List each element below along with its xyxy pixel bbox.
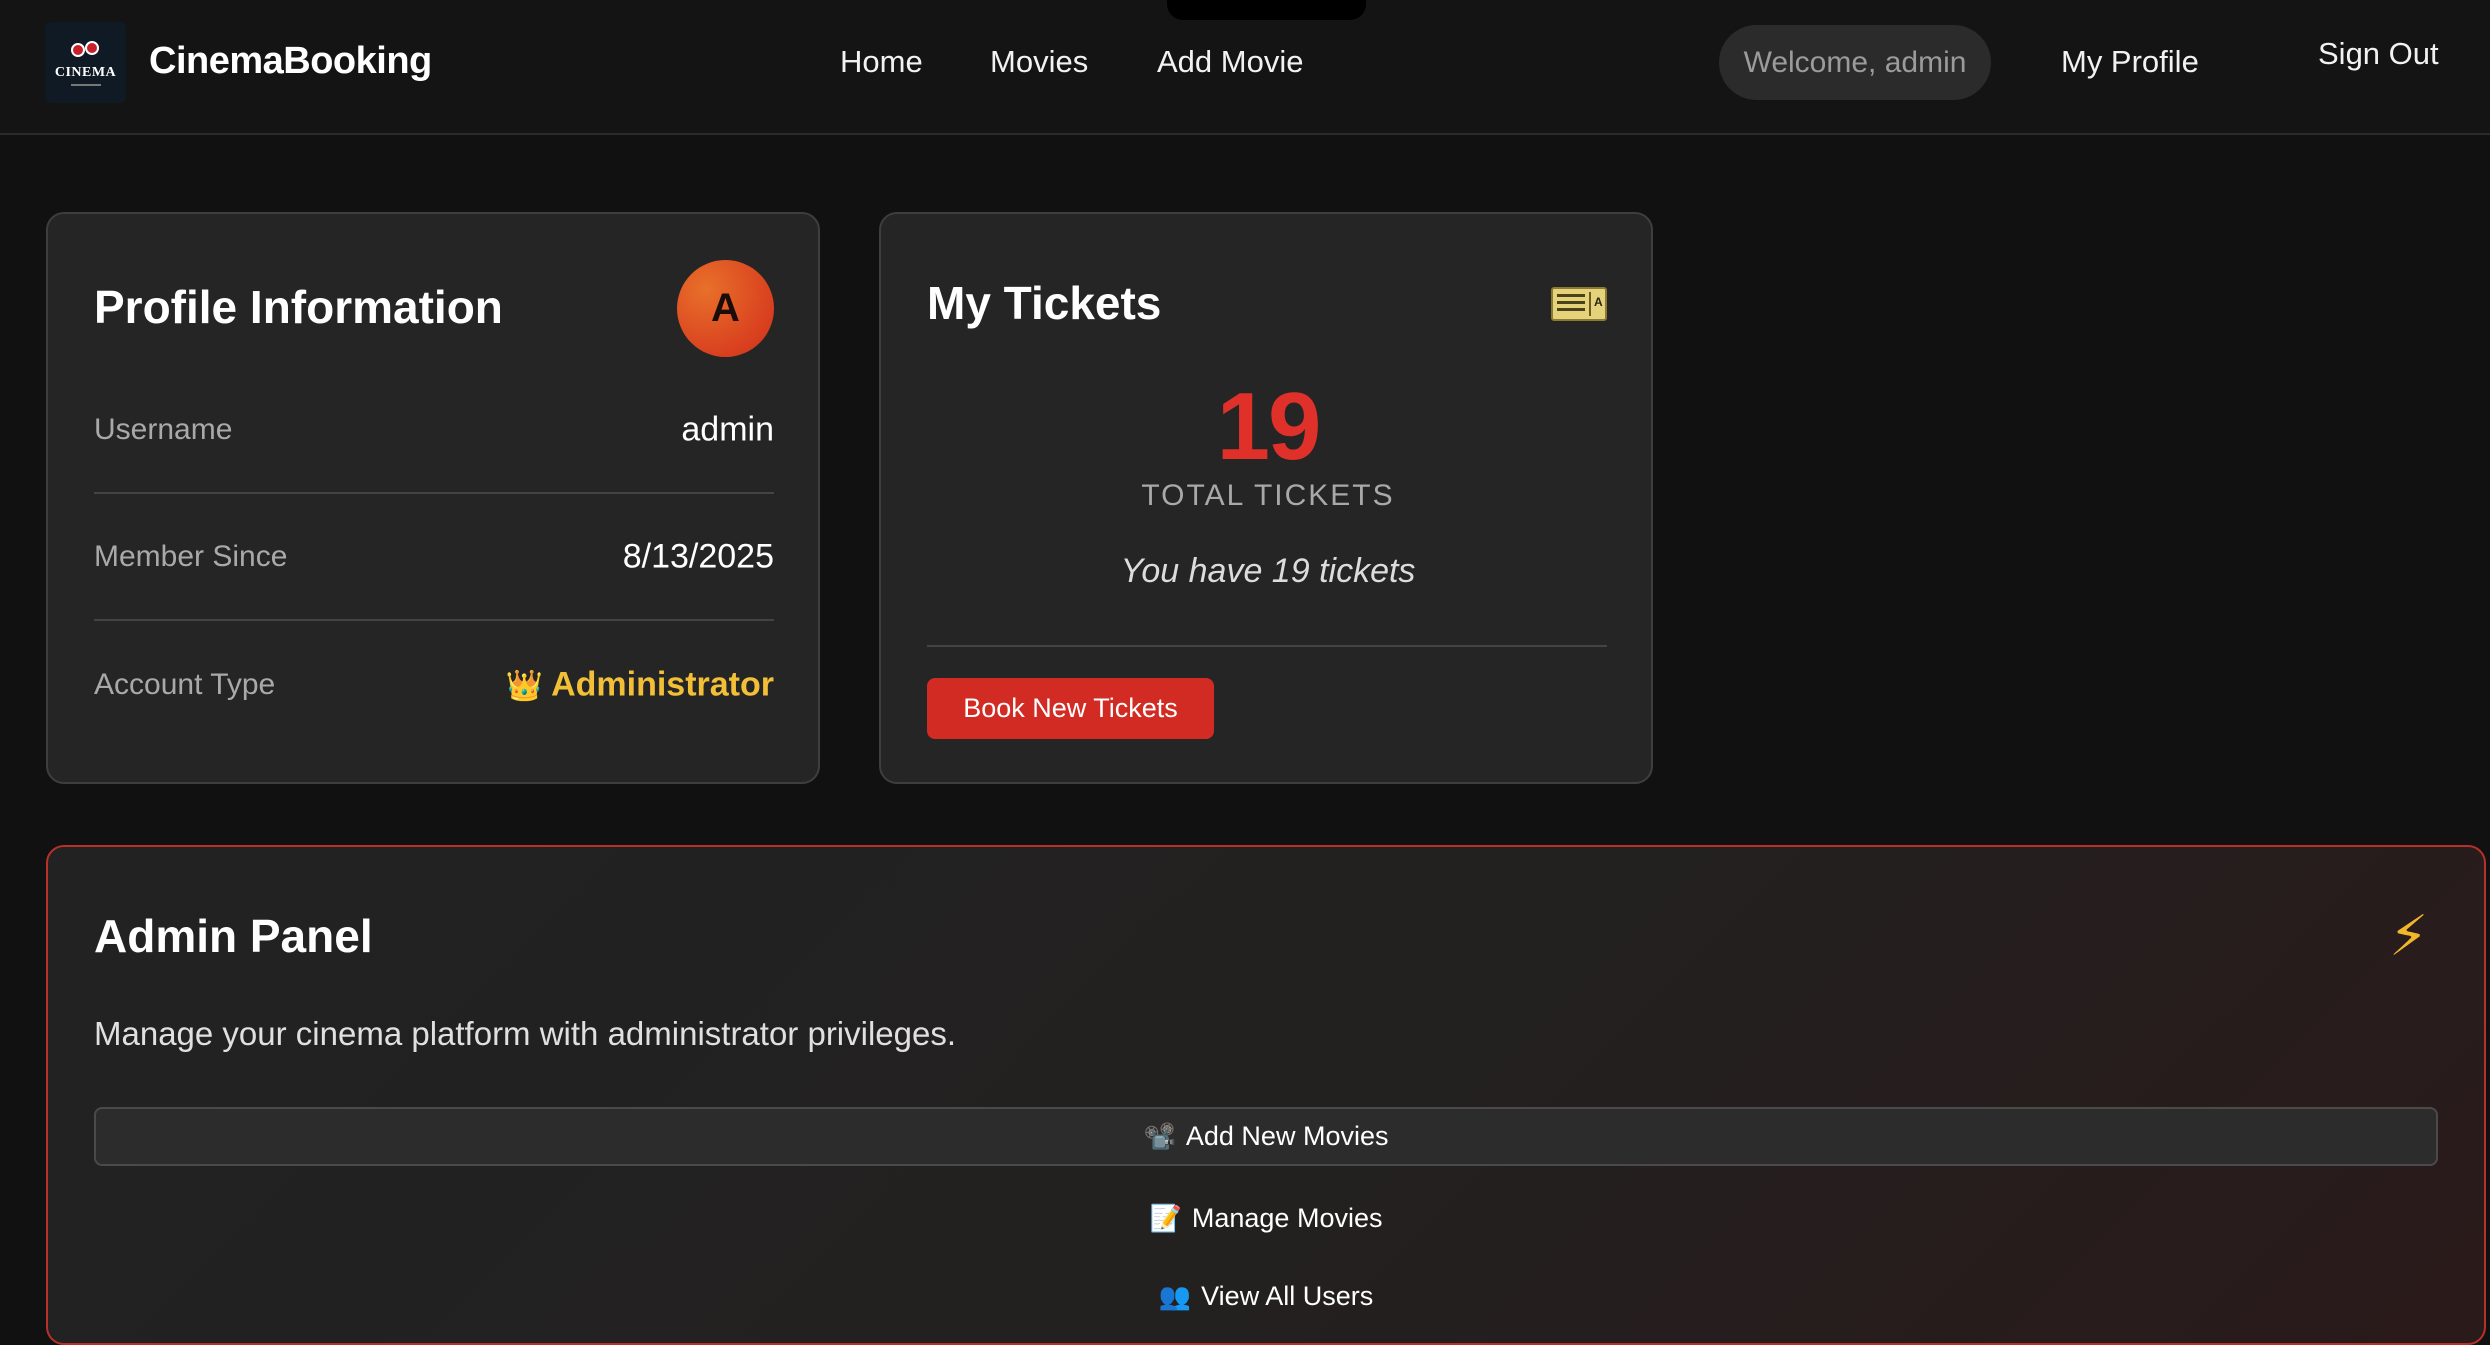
ticket-message: You have 19 tickets — [1120, 552, 1416, 590]
nav-add-movie-link[interactable]: Add Movie — [1157, 44, 1303, 80]
projector-icon: 📽️ — [1143, 1121, 1176, 1151]
brand-name[interactable]: CinemaBooking — [149, 40, 432, 83]
account-type-row: Account Type 👑 Administrator — [94, 621, 774, 748]
tickets-card-title: My Tickets — [927, 277, 1162, 329]
top-navbar: CINEMA CinemaBooking Home Movies Add Mov… — [0, 0, 2490, 135]
avatar: A — [677, 260, 774, 357]
nav-home-link[interactable]: Home — [840, 44, 923, 80]
camera-notch — [1167, 0, 1366, 20]
username-row: Username admin — [94, 367, 774, 494]
admin-panel-title: Admin Panel — [94, 910, 373, 962]
ticket-icon: A — [1551, 287, 1607, 321]
account-type-value: 👑 Administrator — [506, 665, 774, 704]
logo-text: CINEMA — [54, 65, 117, 80]
profile-info-card: Profile Information A Username admin Mem… — [46, 212, 820, 784]
my-profile-link[interactable]: My Profile — [2061, 44, 2199, 80]
member-since-value: 8/13/2025 — [622, 537, 774, 575]
username-value: admin — [681, 410, 774, 448]
account-type-text: Administrator — [551, 665, 774, 703]
member-since-row: Member Since 8/13/2025 — [94, 494, 774, 621]
nav-movies-link[interactable]: Movies — [990, 44, 1088, 80]
account-type-label: Account Type — [94, 667, 276, 701]
profile-card-title: Profile Information — [94, 281, 503, 333]
username-label: Username — [94, 412, 233, 446]
divider — [927, 645, 1607, 647]
admin-description: Manage your cinema platform with adminis… — [94, 1015, 957, 1052]
crown-icon: 👑 — [505, 669, 544, 702]
logo-underline — [70, 84, 101, 86]
manage-movies-label: Manage Movies — [1191, 1203, 1383, 1233]
ticket-count: 19 — [1216, 373, 1322, 480]
ticket-icon-letter: A — [1594, 295, 1603, 309]
manage-movies-button[interactable]: 📝 Manage Movies — [94, 1189, 2438, 1248]
view-all-users-label: View All Users — [1201, 1281, 1374, 1311]
admin-panel: Admin Panel ⚡ Manage your cinema platfor… — [46, 845, 2486, 1345]
lightning-icon: ⚡ — [2389, 904, 2429, 967]
book-new-tickets-button[interactable]: Book New Tickets — [927, 678, 1214, 739]
ticket-count-label: TOTAL TICKETS — [1141, 479, 1395, 512]
users-icon: 👥 — [1158, 1281, 1192, 1311]
add-new-movies-label: Add New Movies — [1185, 1121, 1389, 1151]
my-tickets-card: My Tickets A 19 TOTAL TICKETS You have 1… — [879, 212, 1653, 784]
view-all-users-button[interactable]: 👥 View All Users — [94, 1267, 2438, 1326]
cinema-logo-icon[interactable]: CINEMA — [45, 22, 126, 103]
welcome-badge: Welcome, admin — [1719, 25, 1991, 100]
film-reel-icon — [69, 39, 103, 63]
add-new-movies-button[interactable]: 📽️ Add New Movies — [94, 1107, 2438, 1166]
memo-icon: 📝 — [1149, 1203, 1182, 1233]
sign-out-button[interactable]: Sign Out — [2318, 36, 2439, 72]
member-since-label: Member Since — [94, 539, 288, 573]
